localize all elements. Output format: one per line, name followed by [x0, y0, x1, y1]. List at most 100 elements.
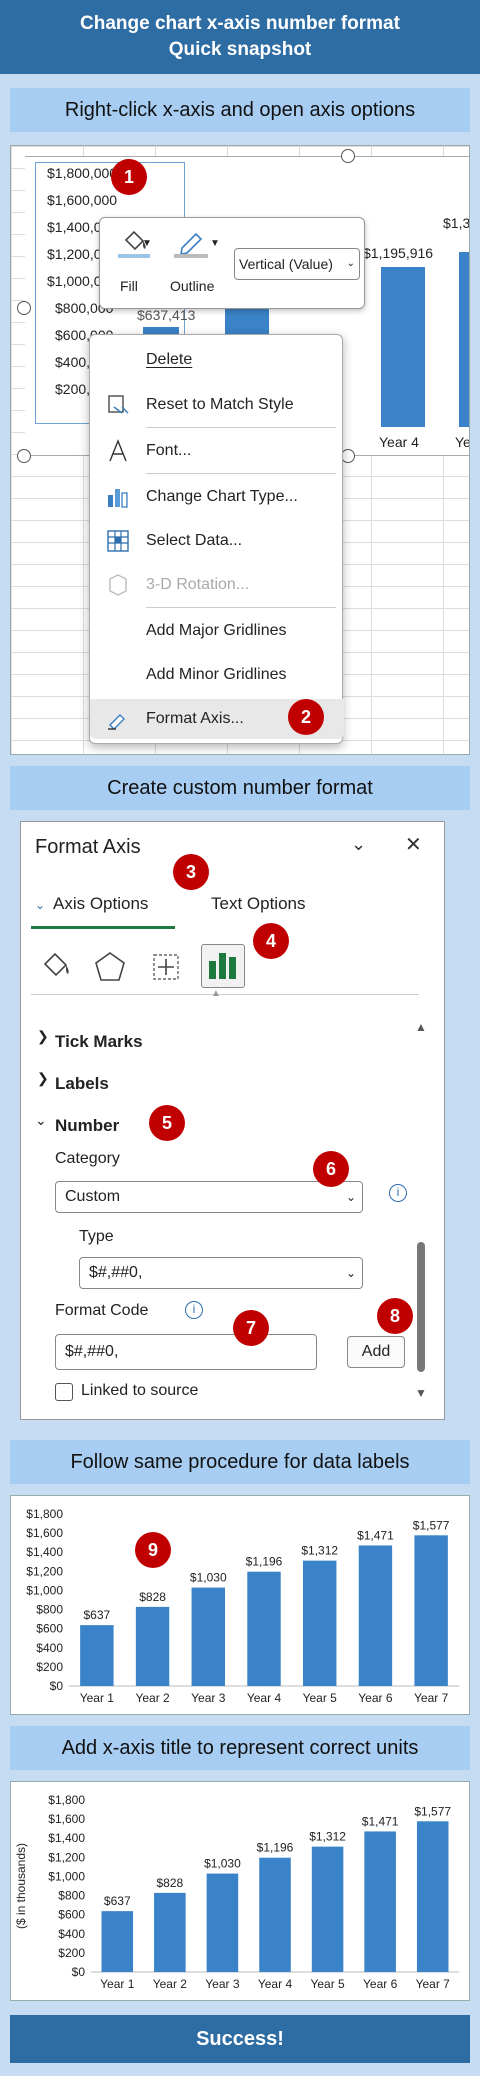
outline-button[interactable]: ▼ Outline [170, 226, 236, 306]
data-label: $1,471 [357, 1528, 394, 1542]
menu-item-label: Delete [146, 351, 193, 368]
tab-text-options[interactable]: Text Options [211, 894, 306, 914]
mini-toolbar: ▼ Fill ▼ Outline Vertical (Value) ⌄ [99, 217, 365, 309]
data-label: $637,413 [137, 307, 196, 323]
fill-label: Fill [120, 278, 138, 294]
menu-item-label: Change Chart Type... [146, 488, 298, 505]
chevron-down-icon[interactable]: ⌄ [351, 834, 366, 855]
chart-bar[interactable] [416, 1821, 449, 1972]
chart-bar[interactable] [303, 1560, 337, 1686]
y-tick-label: $400 [58, 1927, 85, 1941]
chart-bar[interactable] [191, 1587, 225, 1686]
format-code-label: Format Code [55, 1302, 149, 1319]
y-tick-label: $1,800,000 [47, 165, 118, 181]
data-label: $1,577 [413, 1518, 450, 1532]
step-badge-8: 8 [377, 1298, 413, 1334]
scroll-up-icon[interactable]: ▲ [415, 1020, 427, 1034]
type-value: $#,##0, [89, 1264, 143, 1281]
chart-bar[interactable] [247, 1571, 281, 1686]
y-tick-label: $600 [36, 1622, 63, 1636]
fill-line-icon[interactable] [39, 950, 73, 984]
data-label: $1,312 [309, 1830, 346, 1844]
outline-label: Outline [170, 278, 215, 294]
step-badge-5: 5 [149, 1105, 185, 1141]
active-tab-indicator [31, 926, 175, 929]
data-label: $828 [157, 1876, 184, 1890]
title-banner: Change chart x-axis number format Quick … [0, 0, 480, 74]
menu-item-font[interactable]: Font... [90, 431, 344, 471]
info-icon[interactable]: i [389, 1184, 407, 1202]
menu-item-change-chart-type[interactable]: Change Chart Type... [90, 477, 344, 517]
menu-item-3d-rotation: 3-D Rotation... [90, 565, 344, 605]
chart-type-icon [108, 489, 128, 508]
chevron-down-icon: ⌄ [35, 1112, 47, 1128]
data-label: $1,030 [204, 1857, 241, 1871]
y-tick-label: $1,800 [48, 1793, 85, 1807]
chart-bar[interactable] [381, 267, 425, 427]
data-label: $1,577 [414, 1804, 451, 1818]
x-tick-label: Year 1 [80, 1691, 115, 1705]
menu-item-delete[interactable]: Delete [90, 340, 344, 380]
chart-bar[interactable] [135, 1606, 170, 1686]
scrollbar-thumb[interactable] [417, 1242, 425, 1372]
data-label: $1,196 [257, 1841, 294, 1855]
data-label: $637 [104, 1894, 131, 1908]
chart-bar[interactable] [311, 1846, 344, 1972]
step-badge-7: 7 [233, 1310, 269, 1346]
pointer-icon: ▲ [211, 988, 221, 999]
title-line-1: Change chart x-axis number format [80, 13, 400, 34]
data-label: $1,471 [362, 1814, 399, 1828]
resize-handle[interactable] [17, 449, 31, 463]
chart-bar[interactable] [358, 1545, 393, 1686]
x-tick-label: Year 2 [135, 1691, 170, 1705]
effects-pentagon-icon[interactable] [93, 950, 127, 984]
fill-button[interactable]: ▼ Fill [114, 226, 166, 306]
category-dropdown[interactable]: Custom ⌄ [55, 1181, 363, 1213]
scrollbar[interactable]: ▲ ▼ [413, 1020, 429, 1400]
chart-bar[interactable] [459, 252, 469, 427]
format-axis-icon [108, 714, 125, 730]
menu-item-label: Format Axis... [146, 710, 244, 727]
axis-options-bar-chart-button[interactable] [201, 944, 245, 988]
menu-item-select-data[interactable]: Select Data... [90, 521, 344, 561]
chart-bar[interactable] [206, 1873, 239, 1972]
chevron-right-icon: ❯ [37, 1070, 49, 1086]
y-tick-label: $800 [58, 1889, 85, 1903]
section-2-header: Create custom number format [10, 766, 470, 810]
menu-item-add-minor-gridlines[interactable]: Add Minor Gridlines [90, 655, 344, 695]
y-tick-label: $200 [36, 1660, 63, 1674]
type-dropdown[interactable]: $#,##0, ⌄ [79, 1257, 363, 1289]
chart-bar[interactable] [259, 1857, 291, 1972]
close-icon[interactable]: ✕ [405, 832, 422, 857]
format-code-input[interactable]: $#,##0, [55, 1334, 317, 1370]
x-tick-label: Year 1 [100, 1977, 135, 1991]
chart-bar[interactable] [154, 1892, 186, 1972]
resize-handle[interactable] [17, 301, 31, 315]
tab-axis-options[interactable]: Axis Options [53, 894, 148, 914]
divider [31, 994, 419, 995]
y-tick-label: $1,600 [26, 1526, 63, 1540]
chart-element-dropdown[interactable]: Vertical (Value) ⌄ [234, 248, 360, 280]
linked-to-source-checkbox[interactable] [55, 1383, 73, 1401]
size-properties-icon[interactable] [149, 950, 183, 984]
section-4-header: Add x-axis title to represent correct un… [10, 1726, 470, 1770]
menu-item-label: Reset to Match Style [146, 396, 294, 413]
chart-bar[interactable] [414, 1535, 448, 1686]
scroll-down-icon[interactable]: ▼ [415, 1386, 427, 1400]
info-icon[interactable]: i [185, 1301, 203, 1319]
chart-bar[interactable] [80, 1625, 114, 1686]
menu-item-add-major-gridlines[interactable]: Add Major Gridlines [90, 611, 344, 651]
x-tick-label: Year 5 [310, 1977, 345, 1991]
y-tick-label: $1,600 [48, 1812, 85, 1826]
x-tick-label: Year 4 [379, 434, 419, 450]
y-tick-label: $800 [36, 1603, 63, 1617]
section-labels[interactable]: Labels [55, 1074, 109, 1094]
section-tick-marks[interactable]: Tick Marks [55, 1032, 143, 1052]
y-tick-label: $600 [58, 1908, 85, 1922]
resize-handle[interactable] [341, 149, 355, 163]
chart-bar[interactable] [101, 1911, 134, 1972]
add-button[interactable]: Add [347, 1336, 405, 1368]
section-number[interactable]: Number [55, 1116, 119, 1136]
menu-item-reset-style[interactable]: Reset to Match Style [90, 385, 344, 425]
chart-bar[interactable] [364, 1831, 396, 1972]
